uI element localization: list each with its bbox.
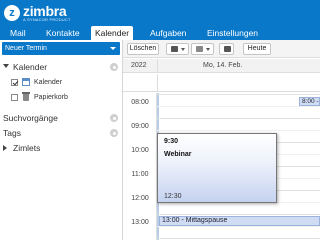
- print-button[interactable]: [219, 43, 234, 55]
- year-label: 2022: [131, 62, 147, 69]
- tag-button[interactable]: [191, 43, 214, 55]
- sidebar: Neuer Termin Kalender Kalender Papierkor…: [0, 40, 122, 240]
- time-gutter: [123, 93, 157, 240]
- expand-arrow-icon[interactable]: [3, 64, 9, 68]
- day-grid[interactable]: 08:00 09:00 10:00 11:00 12:00 13:00 8:00…: [123, 93, 320, 240]
- zimlets-section-header[interactable]: Zimlets: [0, 142, 122, 154]
- tab-contacts[interactable]: Kontakte: [42, 26, 84, 40]
- calendars-section-header[interactable]: Kalender: [0, 61, 122, 73]
- app-header: z zimbra A SYNACOR PRODUCT: [0, 0, 320, 26]
- tab-settings[interactable]: Einstellungen: [203, 26, 262, 40]
- zimbra-logo[interactable]: z zimbra A SYNACOR PRODUCT: [4, 3, 71, 23]
- day-label[interactable]: Mo, 14. Feb.: [203, 59, 242, 73]
- tab-calendar[interactable]: Kalender: [91, 26, 134, 40]
- hour-label: 11:00: [131, 171, 149, 178]
- date-header: 2022 Mo, 14. Feb.: [123, 59, 320, 73]
- view-button[interactable]: [166, 43, 189, 55]
- hour-label: 13:00: [131, 219, 149, 226]
- tab-mail[interactable]: Mail: [6, 26, 30, 40]
- hour-label: 10:00: [131, 147, 149, 154]
- calendar-item-kalender[interactable]: Kalender: [0, 77, 122, 88]
- main-tabs: Mail Kontakte Kalender Aufgaben Einstell…: [0, 26, 320, 40]
- gear-icon[interactable]: [110, 114, 118, 122]
- trash-icon: [22, 92, 30, 101]
- hour-label: 08:00: [131, 99, 149, 106]
- chevron-down-icon: [181, 48, 185, 51]
- tags-section-header[interactable]: Tags: [0, 127, 122, 139]
- gear-icon[interactable]: [110, 129, 118, 137]
- zimbra-logo-icon: z: [4, 5, 20, 21]
- appointment-title: Webinar: [164, 151, 192, 158]
- appointment-webinar[interactable]: 9:30 Webinar 12:30: [157, 133, 277, 203]
- appointment-0800[interactable]: 8:00 -: [299, 97, 320, 106]
- appointment-lunch[interactable]: 13:00 - Mittagspause: [159, 216, 320, 226]
- calendar-checkbox[interactable]: [11, 79, 18, 86]
- searches-section-header[interactable]: Suchvorgänge: [0, 112, 122, 124]
- tag-icon: [196, 46, 203, 52]
- gear-icon[interactable]: [110, 63, 118, 71]
- calendar-toolbar: Löschen Heute: [123, 40, 320, 58]
- calendar-icon: [22, 78, 30, 86]
- appointment-end-time: 12:30: [164, 193, 182, 200]
- chevron-down-icon: [206, 48, 210, 51]
- today-button[interactable]: Heute: [243, 43, 271, 55]
- appointment-start-time: 9:30: [164, 138, 179, 145]
- delete-button[interactable]: Löschen: [127, 43, 159, 55]
- expand-arrow-icon[interactable]: [3, 145, 7, 151]
- new-appointment-button[interactable]: Neuer Termin: [2, 42, 120, 55]
- all-day-row[interactable]: [123, 74, 320, 92]
- hour-label: 12:00: [131, 195, 149, 202]
- trash-checkbox[interactable]: [11, 94, 18, 101]
- calendar-item-trash[interactable]: Papierkorb: [0, 92, 122, 103]
- chevron-down-icon[interactable]: [110, 47, 116, 50]
- calendar-view-icon: [171, 46, 178, 52]
- hour-label: 09:00: [131, 123, 149, 130]
- logo-name: zimbra: [23, 2, 67, 19]
- tab-tasks[interactable]: Aufgaben: [146, 26, 190, 40]
- print-icon: [224, 46, 231, 52]
- logo-tagline: A SYNACOR PRODUCT: [23, 16, 71, 22]
